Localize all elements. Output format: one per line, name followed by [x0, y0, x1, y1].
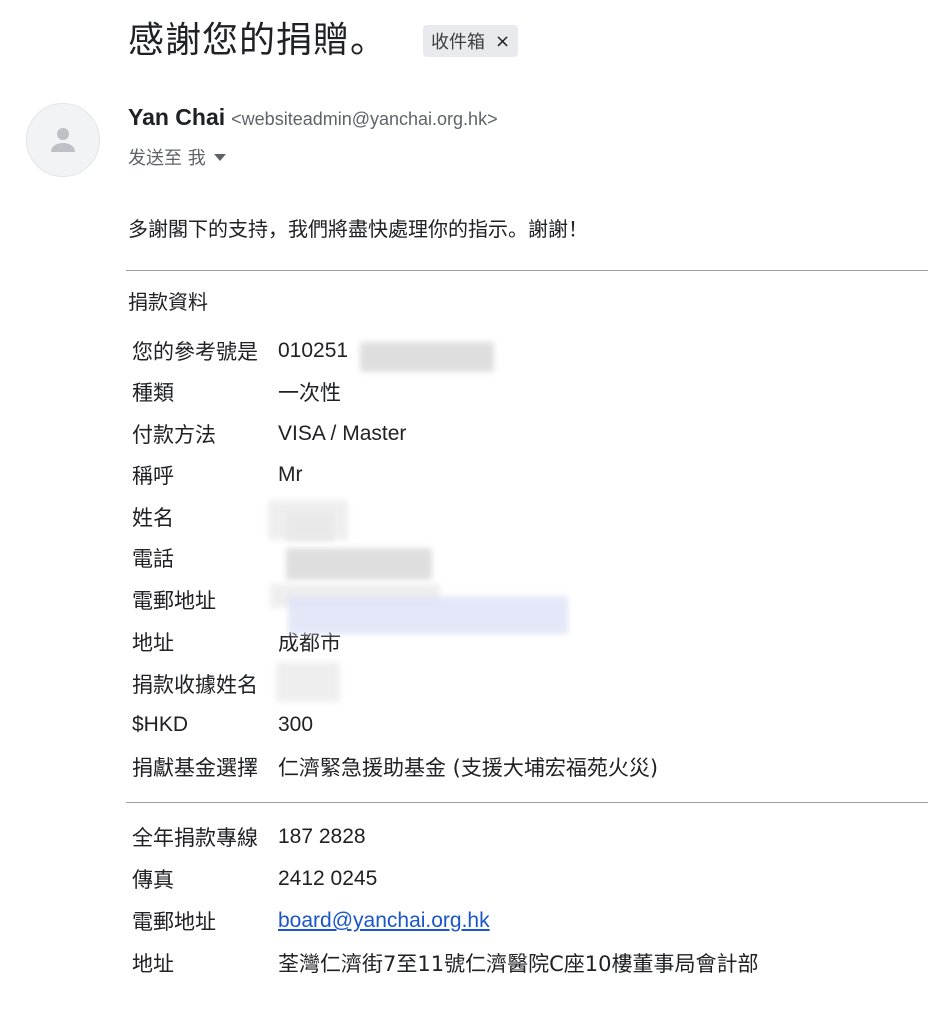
contact-key: 全年捐款專線 — [132, 826, 258, 850]
divider — [126, 270, 928, 271]
detail-value: Mr — [278, 463, 303, 486]
detail-key: $HKD — [132, 713, 189, 736]
redacted-name-halo — [268, 500, 348, 540]
detail-value: 010251 — [278, 339, 349, 362]
redacted-receipt-name — [276, 662, 340, 702]
detail-key: 捐獻基金選擇 — [132, 756, 258, 780]
contact-key: 電郵地址 — [132, 910, 216, 934]
detail-key: 付款方法 — [132, 423, 216, 447]
recipient-details-toggle[interactable]: 发送至 我 — [128, 144, 226, 170]
contact-key: 傳真 — [132, 868, 174, 892]
recipient-text: 发送至 我 — [128, 148, 206, 169]
detail-value: VISA / Master — [278, 422, 407, 445]
detail-key: 電話 — [132, 547, 174, 571]
sender-name[interactable]: Yan Chai — [128, 104, 225, 131]
section-title: 捐款資料 — [128, 290, 208, 314]
detail-key: 電郵地址 — [132, 589, 216, 613]
sender-info: Yan Chai <websiteadmin@yanchai.org.hk> — [128, 104, 498, 131]
person-icon — [51, 128, 75, 152]
sender-email: <websiteadmin@yanchai.org.hk> — [231, 109, 498, 129]
detail-key: 稱呼 — [132, 464, 174, 488]
detail-key: 姓名 — [132, 506, 174, 530]
detail-value: 300 — [278, 713, 314, 736]
detail-key: 種類 — [132, 381, 174, 405]
contact-key: 地址 — [132, 952, 174, 976]
redacted-email — [288, 596, 568, 634]
contact-value: 187 2828 — [278, 825, 366, 848]
email-subject-row: 感謝您的捐贈。 收件箱 × — [128, 14, 519, 68]
contact-value: 2412 0245 — [278, 867, 378, 890]
redacted-phone — [286, 548, 432, 580]
detail-key: 地址 — [132, 631, 174, 655]
detail-value: 仁濟緊急援助基金 (支援大埔宏福苑火災) — [278, 756, 659, 780]
email-greeting: 多謝閣下的支持，我們將盡快處理你的指示。謝謝！ — [128, 217, 588, 241]
detail-key: 捐款收據姓名 — [132, 673, 258, 697]
contact-email-link[interactable]: board@yanchai.org.hk — [278, 909, 490, 932]
contact-value: 荃灣仁濟街7至11號仁濟醫院C座10樓董事局會計部 — [278, 952, 759, 976]
chevron-down-icon[interactable] — [213, 153, 226, 161]
sender-avatar[interactable] — [26, 103, 100, 177]
detail-value: 一次性 — [278, 381, 341, 405]
remove-label-icon[interactable]: × — [495, 31, 510, 52]
divider — [126, 802, 928, 803]
email-subject: 感謝您的捐贈。 — [128, 20, 388, 61]
inbox-label-text: 收件箱 — [431, 32, 486, 53]
detail-key: 您的參考號是 — [132, 340, 258, 364]
inbox-label-chip[interactable]: 收件箱 × — [423, 25, 519, 57]
redacted-reference — [360, 342, 494, 372]
